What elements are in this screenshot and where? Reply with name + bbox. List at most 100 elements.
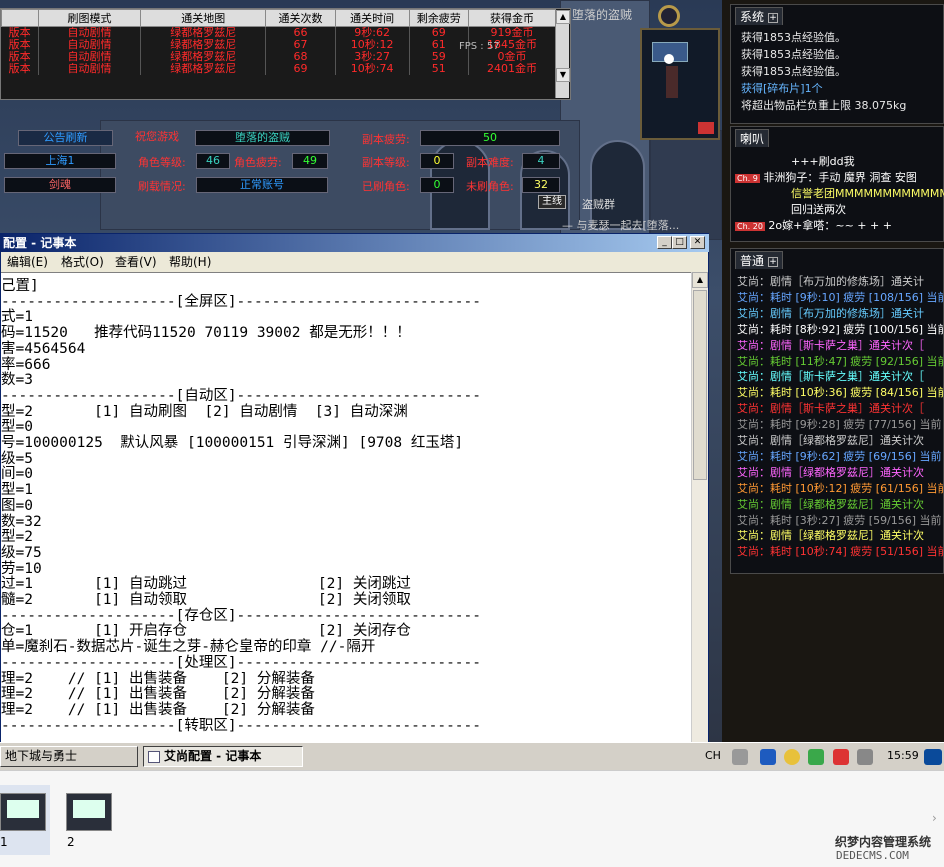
- notepad-icon: [148, 750, 160, 763]
- cell: 3秒:27: [335, 51, 410, 63]
- status-panel: 公告刷新 祝您游戏 堕落的盗贼 副本疲劳: 50 上海1 角色等级: 46 角色…: [0, 118, 570, 200]
- cell: 51: [409, 63, 469, 75]
- cell: 67: [265, 39, 336, 51]
- network-icon[interactable]: [857, 749, 873, 765]
- chat-line: 艾尚：耗时 [9秒:28] 疲劳 [77/156] 当前: [737, 418, 942, 432]
- taskbar-btn-label: 艾尚配置 - 记事本: [164, 749, 262, 763]
- dungeon-fatigue-value: 50: [420, 130, 560, 146]
- show-desktop-icon[interactable]: [924, 749, 942, 765]
- col-header: 刷图模式: [37, 9, 142, 27]
- menu-help[interactable]: 帮助(H): [169, 252, 211, 272]
- close-button[interactable]: ✕: [690, 236, 705, 249]
- scroll-down-icon[interactable]: ▼: [556, 68, 570, 82]
- chat-line: 艾尚：耗时 [10秒:12] 疲劳 [61/156] 当前: [737, 481, 943, 495]
- minimize-button[interactable]: _: [657, 236, 672, 249]
- scroll-up-icon[interactable]: ▲: [556, 10, 570, 24]
- cell: 版本: [1, 63, 39, 75]
- volume-muted-icon[interactable]: [833, 749, 849, 765]
- horn-line: +++刷dd我: [791, 155, 855, 168]
- run-state-value: 正常账号: [196, 177, 328, 193]
- thumbnail-1[interactable]: [0, 793, 46, 831]
- chat-line: 艾尚：剧情［绿都格罗兹尼］通关计次: [737, 497, 924, 511]
- notepad-line: 号=100000125 默认风暴 [100000151 引导深渊] [9708 …: [1, 435, 464, 451]
- menu-bar: 编辑(E) 格式(O) 查看(V) 帮助(H): [1, 252, 709, 272]
- table-row[interactable]: 版本 自动剧情 绿都格罗兹尼 66 9秒:62 69 919金币: [1, 26, 557, 39]
- cell: 自动剧情: [38, 39, 142, 51]
- keyboard-icon[interactable]: [732, 749, 748, 765]
- tab-system-label: 系统: [740, 10, 765, 24]
- char-fatigue-label: 角色疲劳:: [234, 156, 282, 169]
- taskbar-btn-game[interactable]: 地下城与勇士: [0, 746, 138, 767]
- tab-horn[interactable]: 喇叭: [735, 129, 770, 147]
- app-tray-icon[interactable]: [760, 749, 776, 765]
- map-compass-icon[interactable]: [658, 5, 680, 27]
- chat-line: 艾尚：耗时 [11秒:47] 疲劳 [92/156] 当前: [737, 354, 943, 368]
- tab-normal[interactable]: 普通 +: [735, 251, 784, 269]
- notepad-title-bar[interactable]: 配置 - 记事本: [1, 234, 709, 252]
- taskbar: 地下城与勇士 艾尚配置 - 记事本 CH 15:59: [0, 742, 944, 770]
- map-title: 堕落的盗贼: [572, 8, 633, 22]
- menu-edit[interactable]: 编辑(E): [7, 252, 48, 272]
- dungeon-level-label: 副本等级:: [362, 156, 410, 169]
- security-icon[interactable]: [808, 749, 824, 765]
- chat-line: 艾尚：剧情［绿都格罗兹尼］通关计次: [737, 529, 924, 543]
- thumbnail-2[interactable]: [66, 793, 112, 831]
- system-line: 获得1853点经验值。: [741, 65, 846, 78]
- system-line: 获得[碎布片]1个: [741, 82, 823, 95]
- dungeon-diff-label: 副本难度:: [466, 156, 514, 169]
- table-row[interactable]: 版本 自动剧情 绿都格罗兹尼 69 10秒:74 51 2401金币: [1, 63, 557, 75]
- notepad-window[interactable]: 配置 - 记事本 _ □ ✕ 编辑(E) 格式(O) 查看(V) 帮助(H) 己…: [0, 233, 709, 743]
- cell: 绿都格罗兹尼: [140, 39, 267, 51]
- table-header-row: 刷图模式 通关地图 通关次数 通关时间 剩余疲劳 获得金币: [1, 9, 557, 27]
- dungeon-result-table: 刷图模式 通关地图 通关次数 通关时间 剩余疲劳 获得金币 版本 自动剧情 绿都格罗…: [0, 8, 571, 100]
- greeting-value: 堕落的盗贼: [195, 130, 330, 146]
- horn-line: 非洲狗子：手动 魔界 洞查 安图: [763, 171, 917, 184]
- chat-line: 艾尚：耗时 [3秒:27] 疲劳 [59/156] 当前: [737, 513, 942, 527]
- tab-horn-label: 喇叭: [740, 132, 765, 146]
- scroll-thumb[interactable]: [693, 290, 707, 480]
- watermark-title: 织梦内容管理系统: [835, 835, 932, 849]
- system-line: 获得1853点经验值。: [741, 31, 846, 44]
- col-header: 获得金币: [467, 9, 557, 27]
- vertical-scrollbar[interactable]: ▲: [691, 272, 708, 743]
- table-scrollbar[interactable]: ▲ ▼: [555, 10, 570, 98]
- cell: 绿都格罗兹尼: [140, 26, 267, 39]
- class-name: 剑魂: [4, 177, 116, 193]
- cell: 10秒:74: [335, 63, 410, 75]
- left-chars-label: 未刷角色:: [466, 180, 514, 193]
- chat-line: 艾尚：剧情［斯卡萨之巢］通关计次［: [737, 402, 924, 416]
- cell: 版本: [1, 39, 39, 51]
- clock[interactable]: 15:59: [887, 749, 919, 762]
- quest-type-tag: 主线: [538, 195, 566, 209]
- player-marker-icon: [664, 54, 674, 64]
- expand-icon[interactable]: +: [768, 12, 779, 23]
- input-language[interactable]: CH: [705, 749, 721, 762]
- scroll-up-icon[interactable]: ▲: [692, 272, 708, 288]
- thumbnail-1-label: 1: [0, 835, 8, 849]
- tab-system[interactable]: 系统 +: [735, 7, 784, 25]
- menu-format[interactable]: 格式(O): [61, 252, 104, 272]
- col-header: 通关地图: [140, 9, 267, 27]
- next-arrow-icon[interactable]: ›: [932, 811, 937, 825]
- minimap[interactable]: [640, 28, 720, 140]
- cell: 2401金币: [468, 63, 557, 75]
- menu-view[interactable]: 查看(V): [115, 252, 157, 272]
- notepad-text-area[interactable]: 己置] --------------------[全屏区]------------…: [1, 272, 691, 743]
- cell: 10秒:12: [335, 39, 410, 51]
- col-header: 剩余疲劳: [408, 9, 469, 27]
- fps-counter: FPS : 57: [459, 41, 500, 52]
- npc-name-label: 盗贼群: [582, 198, 615, 211]
- notice-refresh[interactable]: 公告刷新: [18, 130, 113, 146]
- cell: 绿都格罗兹尼: [140, 63, 267, 75]
- taskbar-btn-notepad[interactable]: 艾尚配置 - 记事本: [143, 746, 303, 767]
- coin-tray-icon[interactable]: [784, 749, 800, 765]
- expand-icon[interactable]: +: [768, 256, 779, 267]
- chat-line: 艾尚：剧情［绿都格罗兹尼］通关计次: [737, 465, 924, 479]
- cell: 绿都格罗兹尼: [140, 51, 267, 63]
- maximize-button[interactable]: □: [672, 236, 687, 249]
- col-header: 通关次数: [265, 9, 336, 27]
- quest-tracker-text[interactable]: — 与麦瑟一起去[堕落...: [562, 217, 679, 233]
- system-line: 获得1853点经验值。: [741, 48, 846, 61]
- table-row[interactable]: 版本 自动剧情 绿都格罗兹尼 68 3秒:27 59 0金币: [1, 51, 557, 63]
- horn-line: 信誉老团MMMMMMMMMMMM打+错96: [791, 187, 944, 200]
